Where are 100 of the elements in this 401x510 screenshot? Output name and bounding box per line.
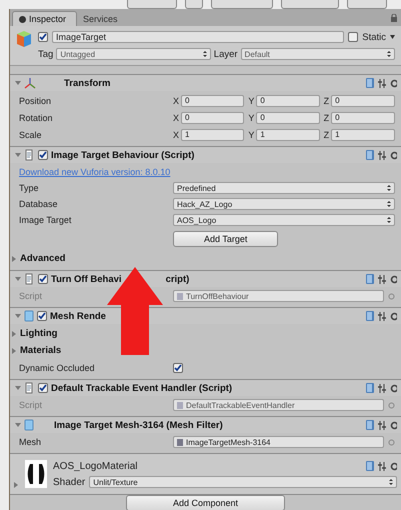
static-checkbox[interactable] (348, 32, 358, 42)
foldout-label[interactable]: Advanced (20, 253, 66, 264)
toolbar-button[interactable] (185, 0, 203, 9)
toolbar-button[interactable] (127, 0, 177, 9)
panel-tab[interactable]: Inspector (12, 11, 78, 26)
field-label: Mesh (19, 437, 42, 447)
dropdown-arrow-icon (387, 201, 391, 207)
sliders-icon[interactable] (378, 78, 386, 88)
field-label: Dynamic Occluded (19, 362, 95, 372)
enable-checkbox[interactable] (37, 311, 47, 321)
panel-tab[interactable]: Services (77, 11, 128, 26)
sliders-icon[interactable] (378, 420, 386, 430)
axis-label: Y (248, 130, 254, 140)
collapse-arrow-icon[interactable] (15, 152, 21, 158)
axis-label: X (173, 112, 180, 122)
dropdown-arrow-icon (389, 479, 393, 485)
sliders-icon[interactable] (378, 150, 386, 160)
foldout-label[interactable]: Materials (20, 345, 62, 356)
dropdown-field[interactable]: Hack_AZ_Logo (173, 198, 395, 210)
cube-icon (16, 30, 32, 48)
field-label: Scale (19, 130, 42, 140)
sliders-icon[interactable] (378, 462, 386, 470)
dropdown-field[interactable]: AOS_Logo (173, 214, 395, 226)
collapse-arrow-icon[interactable] (15, 313, 21, 319)
field-label: Image Target (19, 215, 72, 225)
enable-checkbox[interactable] (38, 383, 48, 393)
axis-label: Z (324, 96, 330, 106)
material-name: AOS_LogoMaterial (53, 460, 138, 472)
lock-icon[interactable] (391, 14, 397, 22)
component-title: Mesh Rende (50, 310, 106, 322)
number-field[interactable]: 1 (256, 128, 320, 140)
toolbar-button[interactable] (281, 0, 339, 9)
field-label: Script (19, 400, 42, 410)
target-picker-icon[interactable] (388, 402, 395, 408)
layer-dropdown[interactable]: Default (240, 48, 395, 60)
number-field[interactable]: 0 (181, 94, 244, 106)
number-field[interactable]: 1 (181, 128, 244, 140)
component-title: Default Trackable Event Handler (Script) (51, 382, 232, 394)
field-label: Rotation (19, 112, 53, 122)
active-checkbox[interactable] (38, 32, 48, 42)
axis-label: Y (248, 96, 254, 106)
add-target-button[interactable]: Add Target (173, 231, 278, 247)
number-field[interactable]: 0 (181, 112, 244, 124)
enable-checkbox[interactable] (38, 150, 48, 160)
dynamic-occluded-checkbox[interactable] (173, 362, 183, 372)
axis-label: X (173, 96, 180, 106)
component-title: Transform (64, 78, 110, 88)
mesh-icon (24, 419, 34, 431)
number-field[interactable]: 0 (256, 112, 320, 124)
foldout-arrow-icon[interactable] (11, 348, 17, 354)
number-field[interactable]: 0 (256, 94, 320, 106)
axis-label: X (173, 130, 180, 140)
shader-dropdown[interactable]: Unlit/Texture (89, 476, 397, 488)
collapse-arrow-icon[interactable] (15, 276, 21, 282)
object-field[interactable]: ImageTargetMesh-3164 (173, 436, 384, 448)
enable-checkbox[interactable] (38, 274, 48, 284)
foldout-arrow-icon[interactable] (13, 482, 19, 488)
collapse-arrow-icon[interactable] (15, 422, 21, 428)
component-title: cript) (166, 274, 190, 284)
number-field[interactable]: 1 (331, 128, 395, 140)
axis-label: Z (324, 130, 330, 140)
script-icon (24, 382, 35, 394)
static-label: Static (362, 32, 386, 42)
dropdown-arrow-icon (387, 51, 391, 57)
script-icon (24, 149, 35, 161)
name-field[interactable]: ImageTarget (52, 31, 344, 43)
tag-label: Tag (38, 48, 54, 60)
dropdown-arrow-icon (387, 185, 391, 191)
dropdown-field[interactable]: Predefined (173, 182, 395, 194)
toolbar-button[interactable] (211, 0, 273, 9)
number-field[interactable]: 0 (331, 112, 395, 124)
toolbar-button[interactable] (347, 0, 387, 9)
field-label: Shader (53, 476, 86, 488)
component-title: Image Target Mesh-3164 (Mesh Filter) (54, 420, 223, 430)
target-picker-icon[interactable] (388, 438, 395, 446)
component-title: Image Target Behaviour (Script) (51, 150, 194, 160)
field-label: Database (19, 199, 58, 209)
dropdown-arrow-icon (387, 217, 391, 223)
tag-dropdown[interactable]: Untagged (56, 48, 211, 60)
mesh-icon (24, 310, 34, 322)
foldout-arrow-icon[interactable] (11, 330, 17, 336)
file-icon (177, 402, 183, 408)
sliders-icon[interactable] (378, 274, 386, 284)
collapse-arrow-icon[interactable] (15, 385, 21, 391)
foldout-label[interactable]: Lighting (20, 328, 58, 339)
target-picker-icon[interactable] (388, 292, 395, 300)
sliders-icon[interactable] (378, 384, 386, 392)
number-field[interactable]: 0 (331, 94, 395, 106)
file-icon (177, 292, 183, 300)
field-label: Position (19, 96, 52, 106)
sliders-icon[interactable] (378, 312, 386, 320)
field-label: Type (19, 183, 39, 193)
dropdown-arrow-icon[interactable] (390, 35, 395, 39)
collapse-arrow-icon[interactable] (15, 80, 21, 86)
material-preview-icon (25, 460, 47, 488)
file-icon (177, 438, 183, 446)
add-component-button[interactable]: Add Component (126, 495, 286, 510)
layer-label: Layer (214, 48, 238, 60)
foldout-arrow-icon[interactable] (11, 256, 17, 262)
field-label: Script (19, 291, 42, 301)
